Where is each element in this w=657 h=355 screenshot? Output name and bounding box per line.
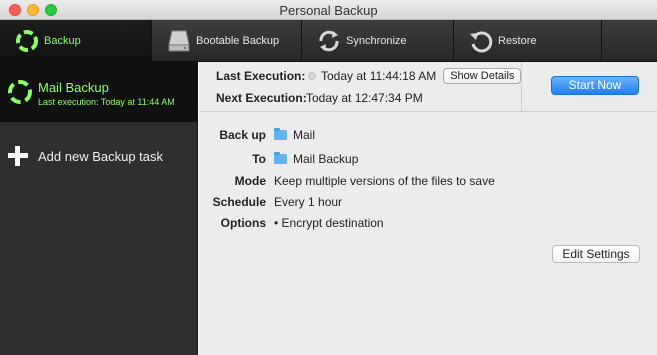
tab-bootable-backup-label: Bootable Backup	[196, 35, 280, 47]
next-execution-row: Next Execution: Today at 12:47:34 PM	[216, 91, 423, 105]
title-bar: Personal Backup	[0, 0, 657, 20]
tab-synchronize[interactable]: Synchronize	[302, 20, 454, 62]
next-execution-value: Today at 12:47:34 PM	[306, 91, 423, 105]
edit-settings-button[interactable]: Edit Settings	[552, 245, 640, 263]
next-execution-label: Next Execution:	[216, 91, 307, 105]
window-title: Personal Backup	[279, 3, 378, 18]
restore-arrow-icon	[468, 28, 494, 54]
schedule-value: Every 1 hour	[274, 195, 343, 209]
task-name: Mail Backup	[38, 80, 109, 95]
backup-ring-icon	[6, 78, 34, 106]
backup-source-row: Back up Mail	[199, 128, 315, 142]
start-panel: Start Now	[521, 62, 657, 112]
options-value: • Encrypt destination	[274, 216, 384, 230]
main-panel: Last Execution: Today at 11:44:18 AM Sho…	[199, 62, 657, 355]
backup-source-value: Mail	[293, 128, 316, 142]
task-details: Back up Mail To Mail Backup Mode Keep mu…	[199, 113, 657, 355]
sidebar: Mail Backup Last execution: Today at 11:…	[0, 62, 198, 355]
tab-backup-label: Backup	[44, 35, 81, 47]
sync-arrows-icon	[316, 28, 342, 54]
backup-source-label: Back up	[219, 128, 266, 142]
status-dot-icon	[308, 72, 316, 80]
folder-icon	[274, 152, 287, 164]
tab-bootable-backup[interactable]: Bootable Backup	[152, 20, 302, 62]
toolbar: Backup Bootable Backup Synchronize Resto…	[0, 20, 657, 62]
add-backup-task-button[interactable]: Add new Backup task	[0, 142, 198, 170]
schedule-label: Schedule	[212, 195, 266, 209]
folder-icon	[274, 128, 287, 140]
mode-label: Mode	[234, 174, 266, 188]
backup-ring-icon	[14, 28, 40, 54]
show-details-button[interactable]: Show Details	[443, 68, 522, 84]
drive-icon	[166, 28, 192, 54]
last-execution-row: Last Execution: Today at 11:44:18 AM Sho…	[216, 68, 522, 84]
execution-panel: Last Execution: Today at 11:44:18 AM Sho…	[199, 62, 522, 112]
last-execution-value: Today at 11:44:18 AM	[321, 69, 437, 83]
backup-destination-row: To Mail Backup	[199, 152, 358, 166]
backup-destination-label: To	[252, 152, 266, 166]
tab-synchronize-label: Synchronize	[346, 35, 407, 47]
add-backup-task-label: Add new Backup task	[38, 148, 164, 164]
schedule-row: Schedule Every 1 hour	[199, 195, 342, 209]
task-last-execution: Last execution: Today at 11:44 AM	[38, 97, 175, 107]
tab-backup[interactable]: Backup	[0, 20, 152, 62]
mode-value: Keep multiple versions of the files to s…	[274, 174, 495, 188]
mode-row: Mode Keep multiple versions of the files…	[199, 174, 495, 188]
options-label: Options	[220, 216, 266, 230]
plus-icon	[8, 146, 28, 166]
tab-restore[interactable]: Restore	[454, 20, 602, 62]
last-execution-label: Last Execution:	[216, 69, 306, 83]
start-now-button[interactable]: Start Now	[551, 76, 639, 95]
backup-destination-value: Mail Backup	[293, 152, 359, 166]
options-row: Options • Encrypt destination	[199, 216, 384, 230]
tab-restore-label: Restore	[498, 35, 537, 47]
sidebar-item-mail-backup[interactable]: Mail Backup Last execution: Today at 11:…	[0, 62, 198, 122]
